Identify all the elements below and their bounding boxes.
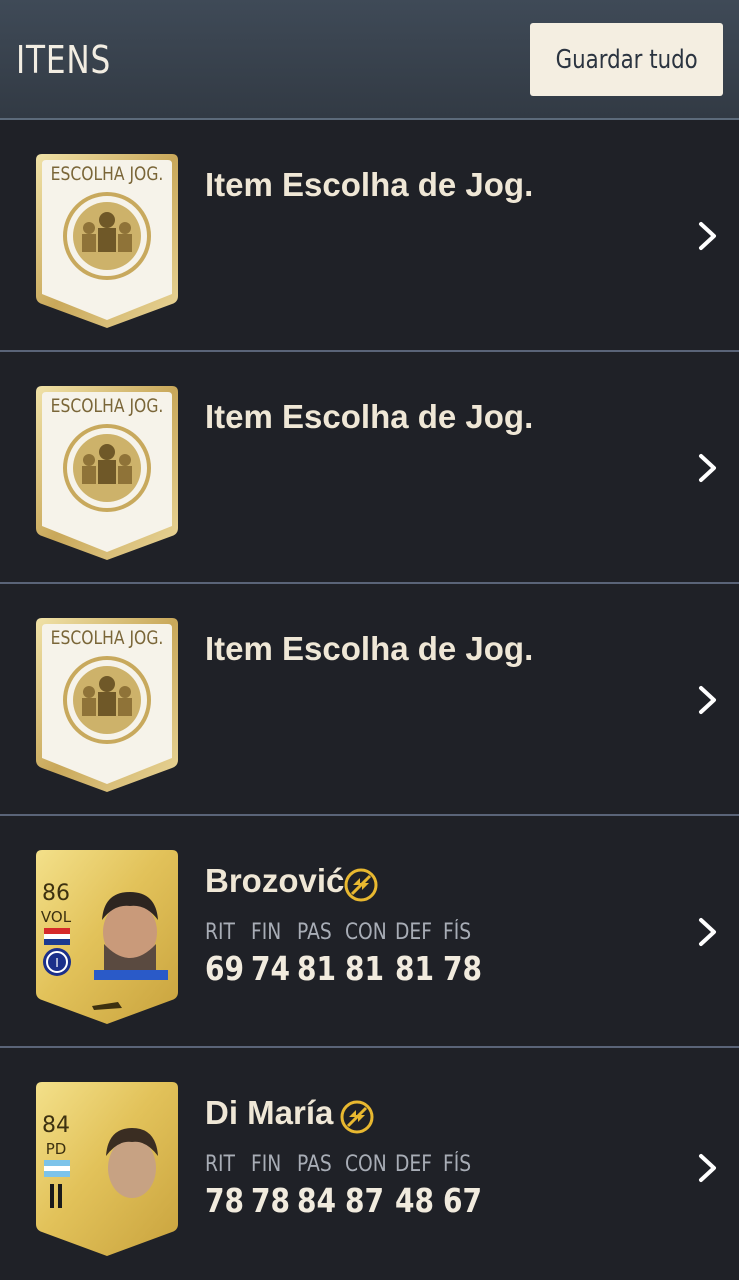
player-pick-card: ESCOLHA JOG. — [36, 386, 178, 560]
stat-value: 84 — [297, 1181, 337, 1220]
chemistry-style-icon — [340, 1100, 374, 1134]
item-title: Item Escolha de Jog. — [205, 630, 534, 667]
stat-label: FÍS — [443, 1152, 472, 1177]
stat-label: DEF — [395, 1152, 432, 1177]
player-rating: 86 — [42, 881, 70, 906]
stat-label: FIN — [251, 1152, 282, 1177]
club-badge-icon: I — [43, 948, 71, 976]
chemistry-style-icon — [344, 868, 378, 902]
player-name: Di María — [205, 1094, 334, 1131]
list-item[interactable]: ESCOLHA JOG. Item Escolha de Jog. — [0, 120, 739, 352]
stat-label: PAS — [297, 1152, 332, 1177]
player-position: PD — [46, 1140, 67, 1158]
stat-label: RIT — [205, 1152, 235, 1177]
stat-value: 78 — [205, 1181, 245, 1220]
chevron-right-icon[interactable] — [696, 1152, 720, 1184]
stat-label: CON — [345, 920, 387, 945]
stat-value: 78 — [251, 1181, 291, 1220]
chevron-right-icon[interactable] — [696, 916, 720, 948]
item-title: Item Escolha de Jog. — [205, 166, 534, 203]
stat-label: PAS — [297, 920, 332, 945]
stat-value: 67 — [443, 1181, 483, 1220]
stat-label: DEF — [395, 920, 432, 945]
stat-label: FIN — [251, 920, 282, 945]
player-card: 84 PD — [36, 1082, 178, 1256]
player-position: VOL — [41, 908, 72, 926]
list-item[interactable]: 84 PD Di María RIT 78 FIN 78 PAS 84 CON 87 D… — [0, 1048, 739, 1280]
header-bar: ITENS Guardar tudo — [0, 0, 739, 120]
player-pick-card: ESCOLHA JOG. — [36, 154, 178, 328]
list-item[interactable]: 86 VOL I Brozović RIT 69 FIN 74 PAS 81 CON 8… — [0, 816, 739, 1048]
stat-value: 48 — [395, 1181, 435, 1220]
stat-label: FÍS — [443, 920, 472, 945]
player-card: 86 VOL I — [36, 850, 178, 1024]
stat-value: 81 — [395, 949, 435, 988]
player-name: Brozović — [205, 862, 345, 899]
player-pick-card: ESCOLHA JOG. — [36, 618, 178, 792]
item-title: Item Escolha de Jog. — [205, 398, 534, 435]
stat-label: RIT — [205, 920, 235, 945]
list-item[interactable]: ESCOLHA JOG. Item Escolha de Jog. — [0, 352, 739, 584]
player-photo — [106, 1128, 158, 1198]
stat-label: CON — [345, 1152, 387, 1177]
stat-value: 74 — [251, 949, 291, 988]
croatia-flag-icon — [44, 928, 70, 945]
stat-value: 81 — [345, 949, 385, 988]
list-item[interactable]: ESCOLHA JOG. Item Escolha de Jog. — [0, 584, 739, 816]
stat-value: 81 — [297, 949, 337, 988]
stat-value: 78 — [443, 949, 483, 988]
card-label: ESCOLHA JOG. — [51, 164, 164, 186]
chevron-right-icon[interactable] — [696, 220, 720, 252]
argentina-flag-icon — [44, 1160, 70, 1177]
stat-value: 87 — [345, 1181, 385, 1220]
chevron-right-icon[interactable] — [696, 684, 720, 716]
card-label: ESCOLHA JOG. — [51, 628, 164, 650]
card-label: ESCOLHA JOG. — [51, 396, 164, 418]
player-rating: 84 — [42, 1113, 70, 1138]
save-all-button[interactable]: Guardar tudo — [530, 23, 723, 96]
svg-text:I: I — [55, 956, 59, 970]
chevron-right-icon[interactable] — [696, 452, 720, 484]
page-title: ITENS — [16, 38, 112, 82]
stat-value: 69 — [205, 949, 245, 988]
